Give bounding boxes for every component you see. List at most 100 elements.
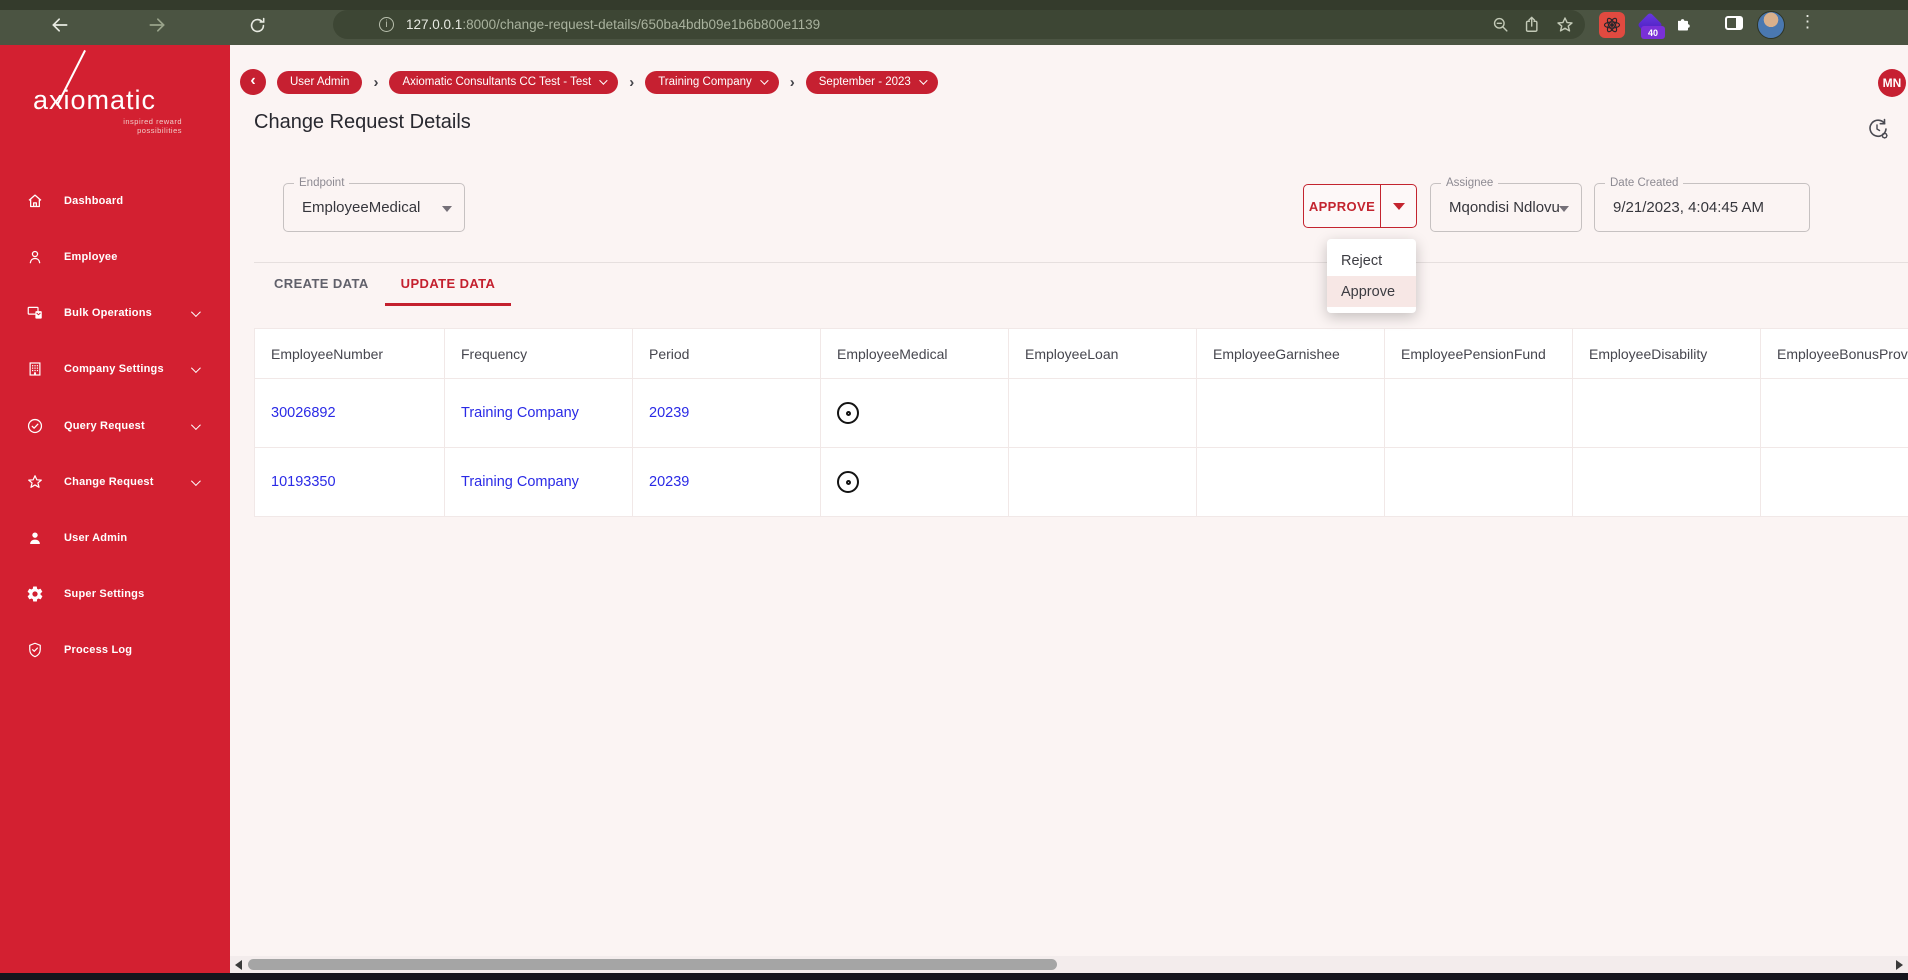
breadcrumb-frequency-dropdown[interactable]: Training Company — [645, 70, 779, 94]
browser-back-button[interactable] — [48, 13, 72, 37]
sidebar-item-employee[interactable]: Employee — [0, 229, 230, 285]
browser-menu-icon[interactable]: ⋮ — [1799, 12, 1816, 32]
sidebar-item-company-settings[interactable]: Company Settings — [0, 341, 230, 397]
chevron-down-icon — [190, 362, 201, 373]
scroll-right-button[interactable] — [1891, 956, 1908, 973]
date-created-field[interactable]: Date Created 9/21/2023, 4:04:45 AM — [1594, 177, 1810, 232]
col-employee-bonus-provision: EmployeeBonusProvision — [1760, 328, 1908, 379]
extension-react-devtools-icon[interactable] — [1599, 12, 1625, 38]
sidebar-item-query-request[interactable]: Query Request — [0, 398, 230, 454]
endpoint-select[interactable]: Endpoint EmployeeMedical — [283, 177, 465, 232]
address-bar[interactable]: i 127.0.0.1:8000/change-request-details/… — [333, 10, 1585, 39]
breadcrumb: ‹ User Admin › Axiomatic Consultants CC … — [240, 67, 938, 97]
empty-cell — [1008, 378, 1197, 448]
breadcrumb-user-admin[interactable]: User Admin — [277, 70, 363, 94]
window-top-strip — [0, 0, 1908, 10]
empty-cell — [1196, 447, 1385, 517]
table-row: 10193350 Training Company 20239 — [254, 447, 1908, 517]
assignee-select[interactable]: Assignee Mqondisi Ndlovu — [1430, 177, 1582, 232]
frequency-link[interactable]: Training Company — [461, 474, 579, 490]
sidebar-item-super-settings[interactable]: Super Settings — [0, 566, 230, 622]
forward-arrow-icon — [149, 18, 165, 32]
browser-forward-button[interactable] — [145, 13, 169, 37]
url-path: :8000/change-request-details/650ba4bdb09… — [462, 17, 821, 32]
user-avatar[interactable]: MN — [1878, 69, 1906, 97]
approve-button[interactable]: APPROVE — [1304, 185, 1381, 227]
person-outline-icon — [29, 250, 41, 264]
empty-cell — [1196, 378, 1385, 448]
sidebar-item-user-admin[interactable]: User Admin — [0, 510, 230, 566]
horizontal-scrollbar[interactable] — [230, 956, 1908, 973]
extensions-puzzle-icon[interactable] — [1673, 13, 1693, 38]
empty-cell — [1384, 378, 1573, 448]
change-request-table: EmployeeNumber Frequency Period Employee… — [254, 328, 1908, 517]
view-record-icon[interactable] — [837, 402, 859, 424]
browser-refresh-button[interactable] — [245, 13, 269, 37]
tab-update-data[interactable]: UPDATE DATA — [384, 263, 512, 306]
scrollbar-thumb[interactable] — [248, 959, 1057, 970]
sidebar-item-bulk-operations[interactable]: Bulk Operations — [0, 285, 230, 341]
menu-item-approve[interactable]: Approve — [1327, 276, 1416, 307]
browser-profile-avatar[interactable] — [1757, 11, 1785, 39]
col-employee-garnishee: EmployeeGarnishee — [1196, 328, 1385, 379]
url-text[interactable]: 127.0.0.1:8000/change-request-details/65… — [406, 17, 820, 32]
breadcrumb-company-dropdown[interactable]: Axiomatic Consultants CC Test - Test — [389, 70, 619, 94]
chevron-down-icon — [759, 76, 769, 85]
breadcrumb-period-dropdown[interactable]: September - 2023 — [805, 70, 938, 94]
sidebar-item-label: Change Request — [64, 476, 154, 488]
sidebar-item-label: Super Settings — [64, 588, 145, 600]
caret-down-icon — [1392, 202, 1405, 210]
employee-number-link[interactable]: 10193350 — [271, 474, 336, 490]
sidebar-item-label: Employee — [64, 251, 118, 263]
building-icon — [29, 362, 41, 376]
empty-cell — [1760, 378, 1908, 448]
sidebar: axiomatic inspired reward possibilities … — [0, 45, 230, 973]
url-host: 127.0.0.1 — [406, 17, 463, 32]
tab-create-data[interactable]: CREATE DATA — [258, 263, 385, 306]
caret-down-icon — [442, 205, 452, 212]
employee-number-link[interactable]: 30026892 — [271, 405, 336, 421]
empty-cell — [1572, 378, 1761, 448]
puzzle-icon — [1678, 19, 1690, 31]
sidebar-item-label: User Admin — [64, 532, 128, 544]
menu-item-reject[interactable]: Reject — [1327, 245, 1416, 276]
atom-icon — [1603, 17, 1621, 33]
sidebar-item-process-log[interactable]: Process Log — [0, 622, 230, 678]
shield-check-icon — [29, 642, 41, 658]
site-info-icon[interactable]: i — [379, 17, 394, 32]
chevron-right-icon: › — [629, 73, 635, 91]
col-period: Period — [632, 328, 821, 379]
table-row: 30026892 Training Company 20239 — [254, 378, 1908, 448]
caret-down-icon — [1559, 205, 1569, 212]
frequency-link[interactable]: Training Company — [461, 405, 579, 421]
approve-menu: Reject Approve — [1327, 239, 1416, 313]
zoom-out-icon[interactable] — [1491, 15, 1510, 34]
share-icon[interactable] — [1523, 15, 1542, 34]
sync-settings-icon[interactable] — [1866, 117, 1890, 141]
period-link[interactable]: 20239 — [649, 405, 689, 421]
view-record-icon[interactable] — [837, 471, 859, 493]
date-created-value: 9/21/2023, 4:04:45 AM — [1613, 199, 1764, 216]
scroll-left-button[interactable] — [230, 956, 247, 973]
col-employee-loan: EmployeeLoan — [1008, 328, 1197, 379]
gear-icon — [27, 586, 43, 602]
col-employee-number: EmployeeNumber — [254, 328, 445, 379]
sidebar-item-label: Process Log — [64, 644, 133, 656]
bookmark-star-icon[interactable] — [1555, 15, 1575, 35]
sidebar-item-dashboard[interactable]: Dashboard — [0, 173, 230, 229]
side-panel-icon[interactable] — [1725, 16, 1743, 30]
period-link[interactable]: 20239 — [649, 474, 689, 490]
main-content: ‹ User Admin › Axiomatic Consultants CC … — [230, 45, 1908, 973]
approve-dropdown-toggle[interactable] — [1381, 185, 1416, 227]
sidebar-item-change-request[interactable]: Change Request — [0, 454, 230, 510]
assignee-value: Mqondisi Ndlovu — [1449, 199, 1560, 216]
empty-cell — [1384, 447, 1573, 517]
breadcrumb-label: September - 2023 — [818, 76, 911, 88]
chevron-down-icon — [918, 76, 928, 85]
breadcrumb-back-button[interactable]: ‹ — [240, 69, 266, 95]
empty-cell — [1760, 447, 1908, 517]
check-circle-icon — [27, 418, 43, 434]
devices-icon — [27, 306, 42, 319]
page-title: Change Request Details — [254, 111, 471, 133]
endpoint-value: EmployeeMedical — [302, 199, 421, 216]
